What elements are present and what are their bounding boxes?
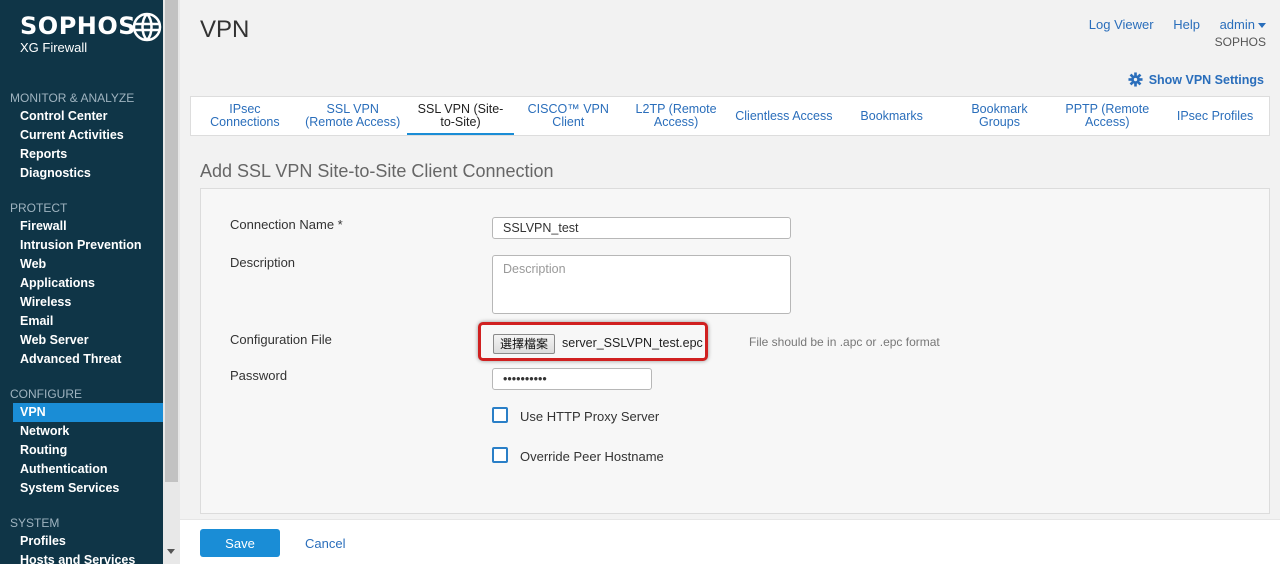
tab-cisco-vpn-client[interactable]: CISCO™ VPN Client: [514, 97, 622, 135]
tab-ssl-vpn-site-to-site[interactable]: SSL VPN (Site-to-Site): [406, 97, 515, 135]
scroll-down-icon[interactable]: [167, 549, 175, 554]
sidebar-item-diagnostics[interactable]: Diagnostics: [13, 164, 163, 183]
vpn-tab-bar: IPsec Connections SSL VPN (Remote Access…: [190, 96, 1270, 136]
configuration-file-label: Configuration File: [230, 332, 332, 347]
page-title: VPN: [200, 16, 250, 43]
connection-name-label: Connection Name *: [230, 217, 343, 232]
tab-clientless-access[interactable]: Clientless Access: [730, 97, 838, 135]
sidebar-nav: MONITOR & ANALYZE Control Center Current…: [0, 90, 163, 564]
globe-icon: [132, 12, 162, 42]
admin-label: admin: [1219, 17, 1255, 32]
logo-text: SOPHOS: [20, 12, 137, 40]
sidebar-item-network[interactable]: Network: [13, 422, 163, 441]
file-format-hint: File should be in .apc or .epc format: [749, 335, 940, 349]
help-link[interactable]: Help: [1173, 17, 1200, 32]
chevron-down-icon: [1258, 23, 1266, 29]
sidebar-item-vpn[interactable]: VPN: [13, 403, 163, 422]
sidebar-item-profiles[interactable]: Profiles: [13, 532, 163, 551]
log-viewer-link[interactable]: Log Viewer: [1089, 17, 1154, 32]
section-monitor-analyze: MONITOR & ANALYZE: [10, 91, 135, 105]
password-label: Password: [230, 368, 288, 383]
save-button[interactable]: Save: [200, 529, 280, 557]
tab-pptp-remote-access[interactable]: PPTP (Remote Access): [1053, 97, 1161, 135]
sidebar-item-system-services[interactable]: System Services: [13, 479, 163, 498]
section-protect: PROTECT: [10, 201, 68, 215]
tab-ssl-vpn-remote-access[interactable]: SSL VPN (Remote Access): [299, 97, 407, 135]
sidebar-scrollbar[interactable]: [163, 0, 180, 564]
connection-name-input[interactable]: [492, 217, 791, 239]
logo-subtitle: XG Firewall: [20, 40, 88, 55]
section-system: SYSTEM: [10, 516, 60, 530]
show-vpn-settings-label: Show VPN Settings: [1148, 72, 1264, 87]
org-name: SOPHOS: [1214, 35, 1266, 49]
sidebar-item-current-activities[interactable]: Current Activities: [13, 126, 163, 145]
selected-file-name: server_SSLVPN_test.epc: [562, 336, 703, 350]
description-textarea[interactable]: [492, 255, 791, 314]
top-links: Log Viewer Help admin: [1073, 17, 1266, 32]
sidebar-item-wireless[interactable]: Wireless: [13, 293, 163, 312]
tab-bookmarks[interactable]: Bookmarks: [838, 97, 946, 135]
scrollbar-thumb[interactable]: [165, 0, 178, 482]
sidebar: SOPHOS XG Firewall MONITOR & ANALYZE Con…: [0, 0, 180, 564]
configuration-file-picker: 選擇檔案 server_SSLVPN_test.epc: [478, 322, 708, 361]
form-footer: Save Cancel: [180, 519, 1280, 564]
sidebar-item-intrusion-prevention[interactable]: Intrusion Prevention: [13, 236, 163, 255]
sidebar-item-control-center[interactable]: Control Center: [13, 107, 163, 126]
sidebar-item-hosts-and-services[interactable]: Hosts and Services: [13, 551, 163, 564]
sidebar-item-routing[interactable]: Routing: [13, 441, 163, 460]
override-peer-hostname-checkbox[interactable]: [492, 447, 508, 463]
gear-icon: [1128, 72, 1143, 87]
sidebar-item-web-server[interactable]: Web Server: [13, 331, 163, 350]
choose-file-button[interactable]: 選擇檔案: [493, 334, 556, 354]
form-title: Add SSL VPN Site-to-Site Client Connecti…: [200, 161, 554, 181]
sidebar-item-firewall[interactable]: Firewall: [13, 217, 163, 236]
use-http-proxy-label: Use HTTP Proxy Server: [520, 409, 660, 424]
sidebar-item-web[interactable]: Web: [13, 255, 163, 274]
password-input[interactable]: ••••••••••: [492, 368, 652, 390]
tab-ipsec-profiles[interactable]: IPsec Profiles: [1161, 97, 1269, 135]
sidebar-item-authentication[interactable]: Authentication: [13, 460, 163, 479]
tab-bookmark-groups[interactable]: Bookmark Groups: [946, 97, 1054, 135]
sidebar-item-reports[interactable]: Reports: [13, 145, 163, 164]
sidebar-item-email[interactable]: Email: [13, 312, 163, 331]
sophos-logo: SOPHOS XG Firewall: [20, 12, 165, 62]
cancel-link[interactable]: Cancel: [305, 536, 345, 551]
tab-l2tp-remote-access[interactable]: L2TP (Remote Access): [622, 97, 730, 135]
sidebar-item-advanced-threat[interactable]: Advanced Threat: [13, 350, 163, 369]
show-vpn-settings-link[interactable]: Show VPN Settings: [1128, 72, 1264, 87]
description-label: Description: [230, 255, 296, 270]
tab-ipsec-connections[interactable]: IPsec Connections: [191, 97, 299, 135]
override-peer-hostname-label: Override Peer Hostname: [520, 449, 664, 464]
section-configure: CONFIGURE: [10, 387, 82, 401]
sidebar-item-applications[interactable]: Applications: [13, 274, 163, 293]
connection-form: Connection Name * Description Configurat…: [200, 188, 1270, 514]
use-http-proxy-checkbox[interactable]: [492, 407, 508, 423]
admin-menu[interactable]: admin: [1220, 17, 1266, 32]
